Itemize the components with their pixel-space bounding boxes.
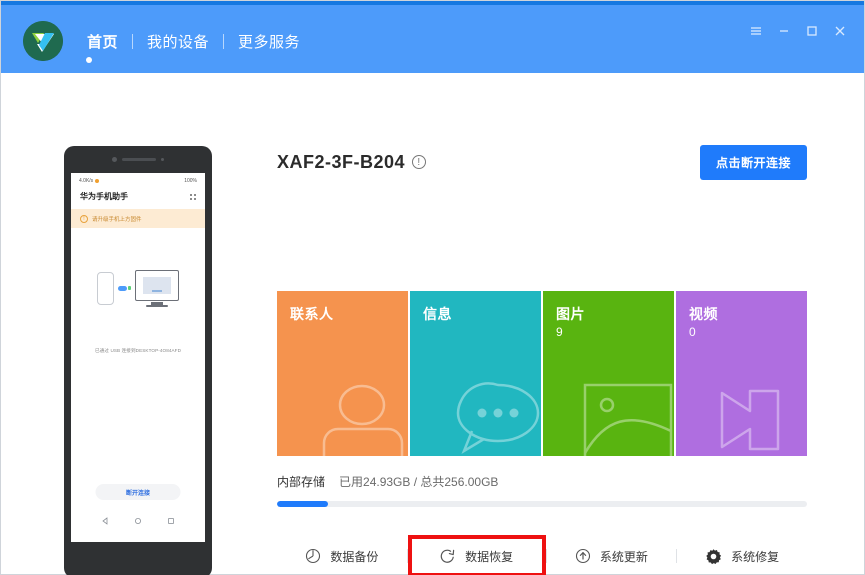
phone-app-title: 华为手机助手 xyxy=(80,192,128,201)
window-controls xyxy=(742,19,854,43)
usb-link-icon xyxy=(117,285,132,291)
phone-screen: 4.0K/s 100% 华为手机助手 ! 请升级手机上方固件 已通过 USB 连… xyxy=(71,173,205,542)
message-icon xyxy=(450,379,541,456)
mini-pc-icon xyxy=(135,269,180,307)
action-label: 数据备份 xyxy=(330,549,379,564)
action-label: 系统修复 xyxy=(731,549,780,564)
status-right: 100% xyxy=(184,178,197,184)
update-arrow-icon xyxy=(575,548,591,564)
tile-count: 9 xyxy=(556,325,563,339)
app-window: 首页 我的设备 更多服务 4.0K/s 100% 华为手机助手 ! 请升级手机上… xyxy=(0,0,865,575)
tile-messages[interactable]: 信息 xyxy=(410,291,541,456)
category-tiles: 联系人 信息 图片 9 视频 0 xyxy=(277,291,807,456)
phone-mockup: 4.0K/s 100% 华为手机助手 ! 请升级手机上方固件 已通过 USB 连… xyxy=(64,146,212,575)
status-dot-icon xyxy=(95,179,100,183)
mini-phone-icon xyxy=(96,271,114,305)
menu-icon[interactable] xyxy=(742,19,770,43)
phone-warning-text: 请升级手机上方固件 xyxy=(92,216,142,223)
action-data-backup[interactable]: 数据备份 xyxy=(277,535,407,575)
main-nav: 首页 我的设备 更多服务 xyxy=(73,31,314,52)
device-header: XAF2-3F-B204 ! 点击断开连接 xyxy=(277,144,807,180)
contact-icon xyxy=(322,381,408,456)
action-system-update[interactable]: 系统更新 xyxy=(547,535,677,575)
picture-icon xyxy=(583,379,674,456)
device-name-text: XAF2-3F-B204 xyxy=(277,151,406,172)
disconnect-button[interactable]: 点击断开连接 xyxy=(699,144,807,180)
action-data-recovery[interactable]: 数据恢复 xyxy=(407,535,546,575)
storage-progress-track xyxy=(277,501,807,507)
phone-notch xyxy=(112,157,164,162)
home-icon[interactable] xyxy=(134,512,142,530)
phone-nav-bar xyxy=(71,512,205,530)
storage-progress-fill xyxy=(277,501,329,507)
device-title: XAF2-3F-B204 ! xyxy=(277,151,427,173)
title-bar: 首页 我的设备 更多服务 xyxy=(1,1,864,73)
phone-connection-text: 已通过 USB 连接到DESKTOP-4O84AFD xyxy=(95,348,181,353)
tile-label: 信息 xyxy=(423,306,452,322)
connection-illustration xyxy=(71,248,205,328)
tile-count: 0 xyxy=(689,325,696,339)
main-content: 4.0K/s 100% 华为手机助手 ! 请升级手机上方固件 已通过 USB 连… xyxy=(1,73,864,575)
action-label: 系统更新 xyxy=(599,549,648,564)
nav-active-indicator xyxy=(86,57,92,63)
tile-label: 图片 xyxy=(556,306,585,322)
tile-pictures[interactable]: 图片 9 xyxy=(543,291,674,456)
storage-text-row: 内部存储 已用24.93GB / 总共256.00GB xyxy=(277,473,807,490)
grid-menu-icon[interactable] xyxy=(190,193,196,200)
maximize-icon[interactable] xyxy=(798,19,826,43)
sensor-icon xyxy=(161,158,164,161)
minimize-icon[interactable] xyxy=(770,19,798,43)
back-icon[interactable] xyxy=(101,512,109,530)
nav-item-home[interactable]: 首页 xyxy=(73,31,132,52)
tile-contacts[interactable]: 联系人 xyxy=(277,291,408,456)
speaker-grille xyxy=(122,158,156,161)
tile-label: 联系人 xyxy=(290,306,334,322)
tile-videos[interactable]: 视频 0 xyxy=(676,291,807,456)
app-logo xyxy=(23,21,63,61)
status-left: 4.0K/s xyxy=(79,178,100,184)
restore-arc-icon xyxy=(440,548,456,564)
phone-disconnect-button[interactable]: 断开连接 xyxy=(95,484,181,500)
action-label: 数据恢复 xyxy=(465,549,514,564)
device-panel: XAF2-3F-B204 ! 点击断开连接 联系人 信息 图片 9 视频 0 内… xyxy=(277,144,807,575)
backup-clock-icon xyxy=(305,548,321,564)
close-icon[interactable] xyxy=(826,19,854,43)
info-icon[interactable]: ! xyxy=(412,155,427,169)
tile-label: 视频 xyxy=(689,306,718,322)
recents-icon[interactable] xyxy=(167,512,175,530)
nav-item-my-device[interactable]: 我的设备 xyxy=(133,31,223,52)
video-icon xyxy=(716,379,807,456)
storage-section: 内部存储 已用24.93GB / 总共256.00GB xyxy=(277,473,807,507)
action-toolbar: 数据备份 数据恢复 系统更新 系统修复 xyxy=(277,535,807,575)
nav-item-more-services[interactable]: 更多服务 xyxy=(224,31,314,52)
warning-icon: ! xyxy=(80,214,88,223)
gear-icon xyxy=(705,548,722,565)
phone-app-header: 华为手机助手 xyxy=(71,191,205,202)
storage-label: 内部存储 xyxy=(277,475,326,489)
phone-status-bar: 4.0K/s 100% xyxy=(71,175,205,187)
action-system-repair[interactable]: 系统修复 xyxy=(677,535,807,575)
storage-usage: 已用24.93GB / 总共256.00GB xyxy=(339,475,499,489)
camera-icon xyxy=(112,157,117,162)
phone-warning-banner: ! 请升级手机上方固件 xyxy=(71,209,205,228)
